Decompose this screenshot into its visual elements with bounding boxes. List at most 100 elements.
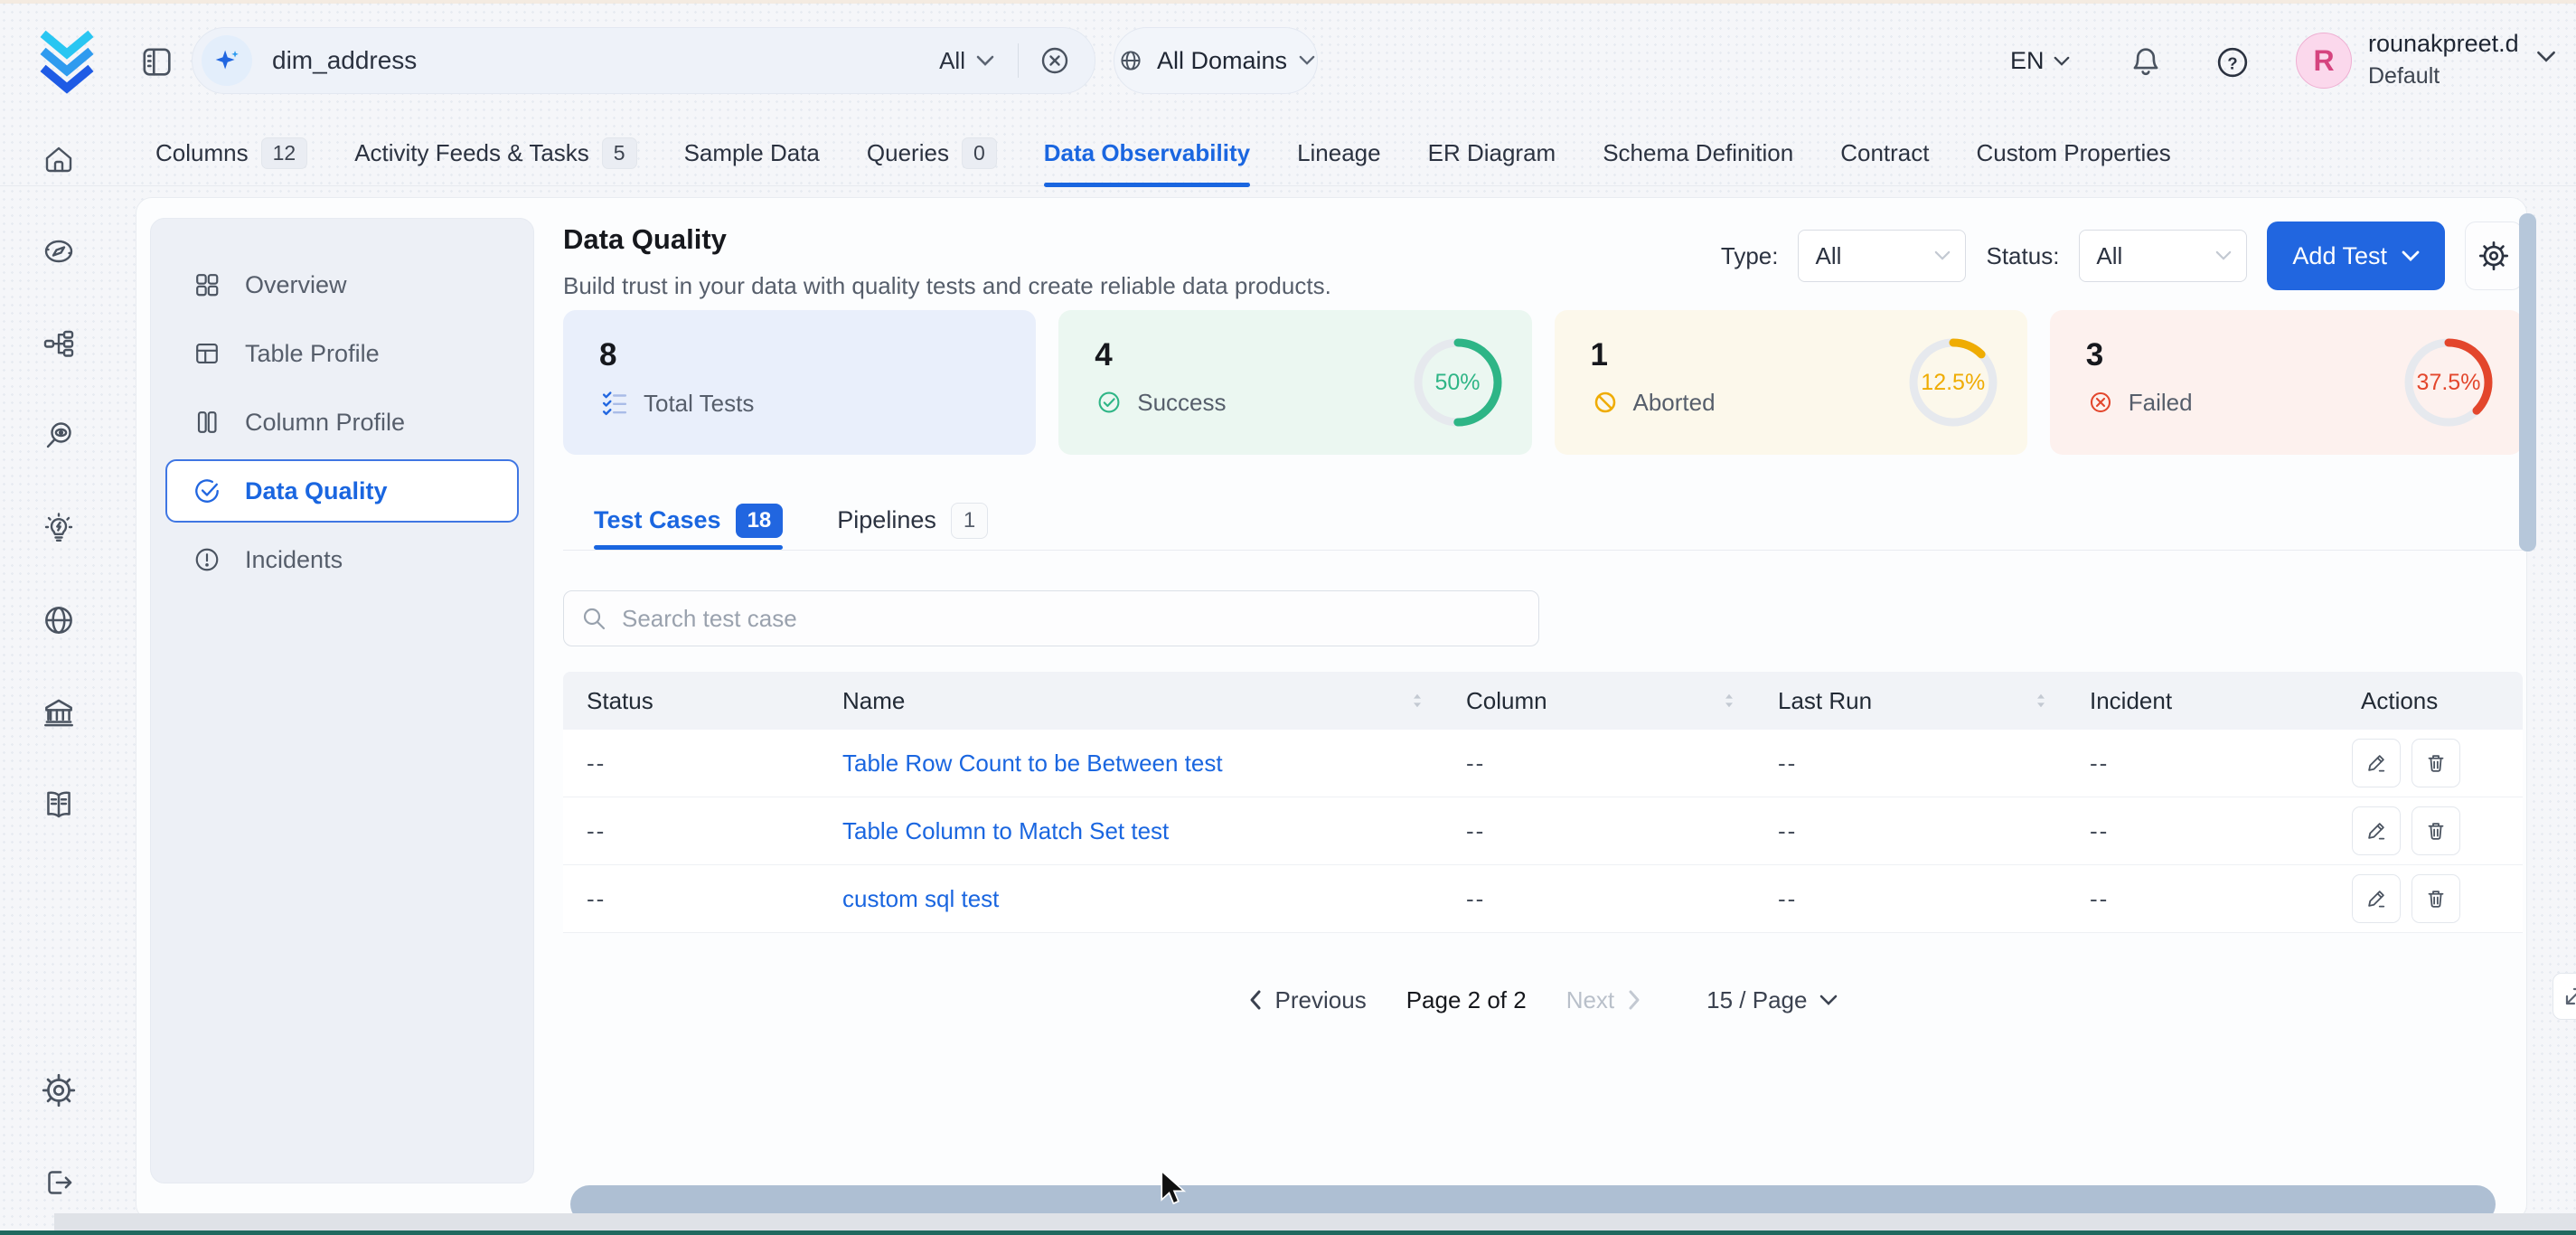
browser-scrollbar-track[interactable]	[54, 1213, 2576, 1231]
menu-item-overview[interactable]: Overview	[165, 253, 519, 316]
sidebar-toggle-button[interactable]	[136, 41, 177, 82]
nav-observability-button[interactable]	[28, 405, 89, 467]
delete-test-button[interactable]	[2411, 806, 2460, 855]
search-divider	[1018, 43, 1019, 78]
entity-tab-bar: Columns 12 Activity Feeds & Tasks 5 Samp…	[0, 121, 2576, 186]
vertical-scrollbar-thumb[interactable]	[2519, 213, 2536, 552]
sort-icon[interactable]	[2034, 692, 2048, 710]
gear-icon	[40, 1071, 78, 1109]
nav-home-button[interactable]	[28, 128, 89, 190]
tab-pipelines[interactable]: Pipelines 1	[837, 491, 988, 550]
col-last-run[interactable]: Last Run	[1754, 672, 2066, 730]
sort-icon[interactable]	[1410, 692, 1424, 710]
tab-er-diagram[interactable]: ER Diagram	[1428, 121, 1556, 186]
add-test-button[interactable]: Add Test	[2267, 222, 2445, 290]
cell-column: --	[1443, 865, 1754, 932]
tab-label: Custom Properties	[1976, 139, 2170, 167]
global-search-input[interactable]	[272, 46, 932, 75]
table-layout-icon	[191, 337, 223, 370]
nav-settings-button[interactable]	[28, 1060, 89, 1121]
content-panel: Overview Table Profile Column Profile Da…	[136, 197, 2527, 1221]
tab-data-observability[interactable]: Data Observability	[1044, 121, 1250, 186]
check-circle-icon	[191, 475, 223, 507]
pipelines-count-badge: 1	[951, 503, 988, 539]
app-logo[interactable]	[33, 25, 101, 96]
cell-status: --	[563, 730, 819, 797]
previous-page-button[interactable]: Previous	[1248, 986, 1367, 1014]
chevron-down-icon	[1934, 250, 1951, 261]
search-clear-button[interactable]	[1035, 41, 1075, 80]
pencil-icon	[2363, 817, 2390, 844]
tab-sample-data[interactable]: Sample Data	[684, 121, 820, 186]
nav-lineage-button[interactable]	[28, 313, 89, 374]
page-size-select[interactable]: 15 / Page	[1706, 986, 1838, 1014]
chevron-down-icon	[976, 55, 994, 67]
cell-actions	[2337, 730, 2523, 797]
menu-item-incidents[interactable]: Incidents	[165, 528, 519, 591]
filters-toolbar: Type: All Status: All Add Test	[1721, 222, 2523, 290]
type-filter-select[interactable]: All	[1798, 230, 1966, 282]
expand-panel-button[interactable]	[2552, 973, 2576, 1020]
test-case-search[interactable]	[563, 590, 1539, 646]
test-cases-table: Status Name Column Last Run Incident Act…	[563, 672, 2523, 933]
user-menu[interactable]: rounakpreet.d Default	[2368, 30, 2529, 90]
edit-test-button[interactable]	[2352, 806, 2401, 855]
user-name: rounakpreet.d	[2368, 30, 2529, 58]
test-case-link[interactable]: custom sql test	[819, 865, 1443, 932]
tab-columns[interactable]: Columns 12	[155, 121, 307, 186]
edit-test-button[interactable]	[2352, 739, 2401, 787]
help-button[interactable]: ?	[2213, 42, 2252, 82]
tab-lineage[interactable]: Lineage	[1297, 121, 1381, 186]
window-bottom-edge	[0, 1230, 2576, 1235]
col-name[interactable]: Name	[819, 672, 1443, 730]
domains-filter-label: All Domains	[1157, 47, 1287, 75]
user-menu-chevron-icon[interactable]	[2536, 51, 2556, 63]
nav-insights-button[interactable]	[28, 497, 89, 559]
nav-logout-button[interactable]	[28, 1152, 89, 1213]
tab-schema-definition[interactable]: Schema Definition	[1603, 121, 1793, 186]
delete-test-button[interactable]	[2411, 739, 2460, 787]
tab-contract[interactable]: Contract	[1840, 121, 1929, 186]
test-case-link[interactable]: Table Row Count to be Between test	[819, 730, 1443, 797]
domains-filter-button[interactable]: All Domains	[1114, 27, 1318, 94]
aborted-label: Aborted	[1633, 389, 1716, 417]
status-filter-select[interactable]: All	[2079, 230, 2247, 282]
cell-status: --	[563, 865, 819, 932]
notifications-button[interactable]	[2126, 42, 2166, 82]
global-search-bar[interactable]: All	[192, 27, 1095, 94]
menu-item-column-profile[interactable]: Column Profile	[165, 391, 519, 454]
edit-test-button[interactable]	[2352, 874, 2401, 923]
language-select[interactable]: EN	[2010, 47, 2070, 75]
chevron-down-icon	[2215, 250, 2232, 261]
col-column[interactable]: Column	[1443, 672, 1754, 730]
menu-item-data-quality[interactable]: Data Quality	[165, 459, 519, 523]
globe-icon	[40, 601, 78, 639]
nav-explore-button[interactable]	[28, 221, 89, 282]
home-icon	[41, 141, 77, 177]
menu-item-table-profile[interactable]: Table Profile	[165, 322, 519, 385]
next-page-button[interactable]: Next	[1566, 986, 1641, 1014]
delete-test-button[interactable]	[2411, 874, 2460, 923]
nav-governance-button[interactable]	[28, 682, 89, 743]
tab-activity-feeds[interactable]: Activity Feeds & Tasks 5	[354, 121, 636, 186]
user-avatar[interactable]: R	[2296, 33, 2352, 89]
nav-domains-button[interactable]	[28, 589, 89, 651]
total-tests-label: Total Tests	[644, 390, 754, 418]
nav-glossary-button[interactable]	[28, 774, 89, 835]
tab-label: Lineage	[1297, 139, 1381, 167]
search-scope-select[interactable]: All	[932, 47, 1001, 75]
test-settings-button[interactable]	[2465, 222, 2523, 290]
trash-icon	[2422, 885, 2449, 912]
tab-queries[interactable]: Queries 0	[867, 121, 997, 186]
chevron-down-icon	[2402, 250, 2420, 262]
chevron-down-icon	[1819, 995, 1838, 1006]
col-actions: Actions	[2337, 672, 2523, 730]
tab-test-cases[interactable]: Test Cases 18	[594, 491, 783, 550]
sort-icon[interactable]	[1722, 692, 1736, 710]
columns-icon	[191, 406, 223, 438]
test-case-search-input[interactable]	[622, 605, 1522, 633]
chevron-down-icon	[1299, 55, 1315, 66]
test-case-link[interactable]: Table Column to Match Set test	[819, 797, 1443, 864]
tab-custom-properties[interactable]: Custom Properties	[1976, 121, 2170, 186]
card-aborted: 1 Aborted 12.5%	[1555, 310, 2027, 455]
